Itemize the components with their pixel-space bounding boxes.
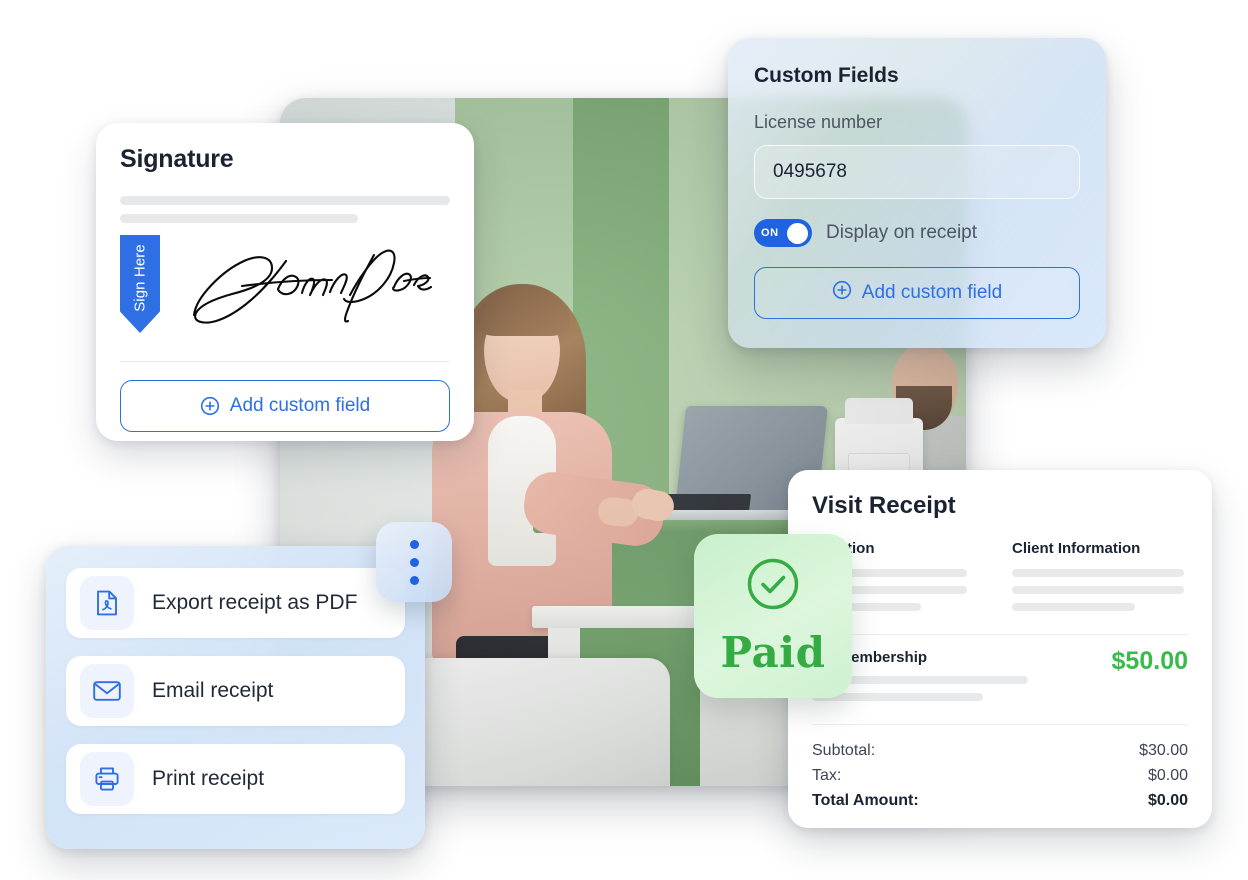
dot-2 <box>409 557 419 567</box>
display-on-receipt-label: Display on receipt <box>826 222 978 243</box>
composition-stage: Signature Sign Here Add custom field Cus… <box>0 0 1248 880</box>
add-custom-field-button[interactable]: Add custom field <box>120 380 450 432</box>
receipt-totals: Subtotal: $30.00 Tax: $0.00 Total Amount… <box>812 739 1188 813</box>
paid-status-badge: Paid <box>694 534 852 698</box>
receipt-divider-top <box>812 634 1188 635</box>
receipt-divider-bottom <box>812 724 1188 725</box>
receipt-info-columns: Location Client Information <box>812 540 1188 620</box>
add-custom-field-label: Add custom field <box>229 395 371 416</box>
plus-circle-icon <box>832 280 852 306</box>
export-pdf-label: Export receipt as PDF <box>152 591 358 614</box>
client-skeleton-1 <box>1012 569 1185 577</box>
total-amount-row: Total Amount: $0.00 <box>812 789 1188 814</box>
total-amount-label: Total Amount: <box>812 791 919 809</box>
signature-pad[interactable]: Sign Here <box>120 235 450 353</box>
tax-label: Tax: <box>812 766 842 784</box>
client-information-heading: Client Information <box>1012 540 1141 557</box>
receipt-line-item: um Membership $50.00 <box>812 649 1188 710</box>
display-on-receipt-toggle[interactable]: ON <box>754 219 812 247</box>
tax-value: $0.00 <box>1147 766 1188 784</box>
client-skeleton-2 <box>1012 586 1185 594</box>
export-pdf-action[interactable]: Export receipt as PDF <box>66 568 405 638</box>
custom-fields-add-label: Add custom field <box>861 282 1003 303</box>
total-amount-value: $0.00 <box>1147 791 1188 809</box>
dot-3 <box>409 575 419 585</box>
pdf-file-icon <box>80 576 134 630</box>
custom-fields-card: Custom Fields License number 0495678 ON … <box>728 38 1106 348</box>
plus-circle-icon <box>200 396 220 416</box>
signature-card-title: Signature <box>120 145 234 173</box>
sign-here-ribbon: Sign Here <box>120 235 160 333</box>
envelope-icon <box>80 664 134 718</box>
receipt-actions-card: Export receipt as PDF Email receipt Prin… <box>46 546 425 849</box>
three-dots-vertical-icon[interactable] <box>376 522 452 602</box>
subtotal-label: Subtotal: <box>812 742 876 759</box>
line-item-name: um Membership <box>812 649 928 666</box>
toggle-state-label: ON <box>761 227 779 239</box>
license-number-value: 0495678 <box>773 161 847 182</box>
email-receipt-label: Email receipt <box>152 679 274 702</box>
line-item-price: $50.00 <box>1111 647 1188 675</box>
signature-skeleton-line-2 <box>120 214 358 223</box>
print-receipt-action[interactable]: Print receipt <box>66 744 405 814</box>
subtotal-row: Subtotal: $30.00 <box>812 739 1188 764</box>
paid-label: Paid <box>720 628 826 677</box>
signature-card: Signature Sign Here Add custom field <box>96 123 474 441</box>
custom-fields-add-button[interactable]: Add custom field <box>754 267 1080 319</box>
toggle-knob <box>787 222 808 244</box>
license-number-label: License number <box>754 112 883 132</box>
display-on-receipt-row: ON Display on receipt <box>754 219 1080 247</box>
check-circle-icon <box>744 555 802 618</box>
custom-fields-title: Custom Fields <box>754 64 899 87</box>
sign-here-label: Sign Here <box>131 244 149 312</box>
client-information-column: Client Information <box>1012 540 1188 620</box>
signature-divider <box>120 361 450 362</box>
subtotal-value: $30.00 <box>1139 742 1188 759</box>
dot-1 <box>409 539 419 549</box>
client-skeleton-3 <box>1012 603 1136 611</box>
printer-icon <box>80 752 134 806</box>
print-receipt-label: Print receipt <box>152 767 265 790</box>
signature-skeleton-line-1 <box>120 196 450 205</box>
visit-receipt-title: Visit Receipt <box>812 492 956 519</box>
license-number-input[interactable]: 0495678 <box>754 145 1080 199</box>
email-receipt-action[interactable]: Email receipt <box>66 656 405 726</box>
handwritten-signature <box>182 237 433 342</box>
tax-row: Tax: $0.00 <box>812 764 1188 789</box>
